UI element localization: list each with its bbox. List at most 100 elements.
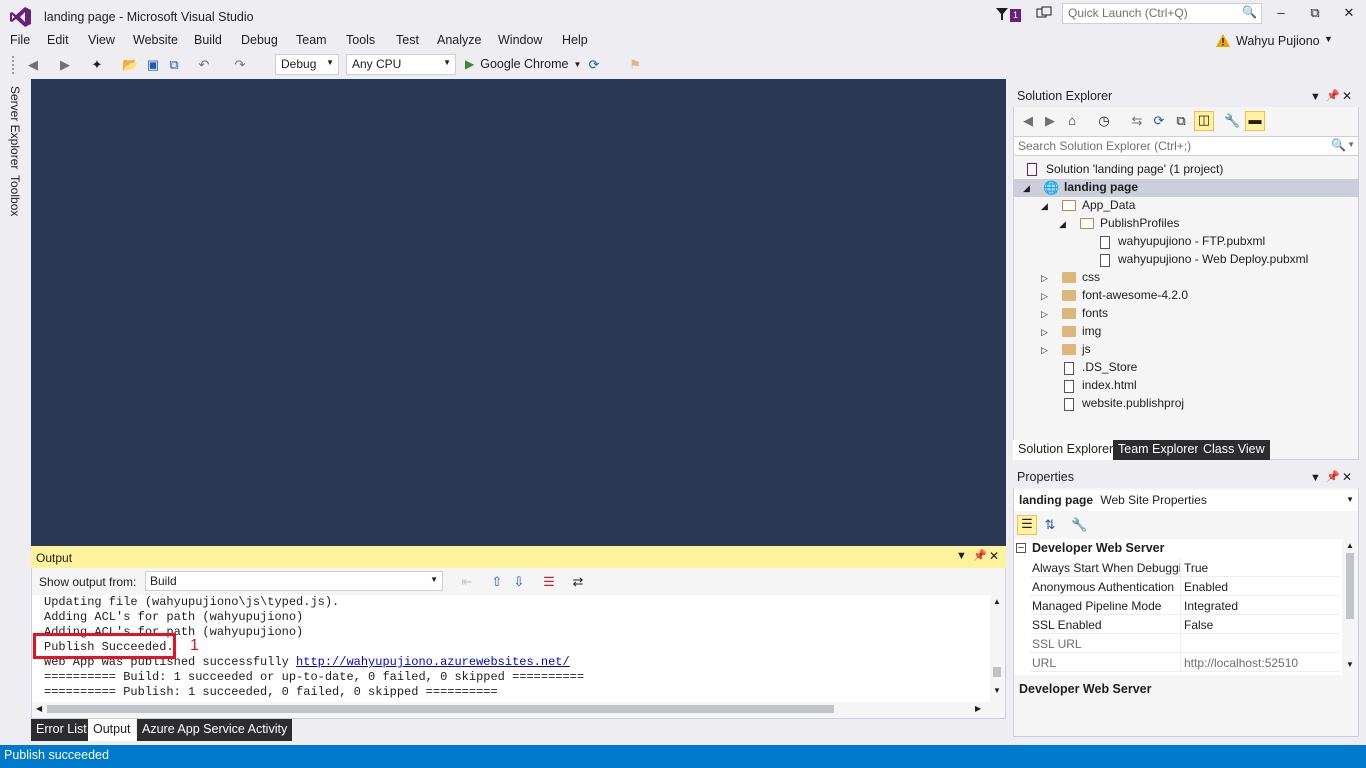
property-row[interactable]: SSL URL (1030, 634, 1340, 653)
tree-publish-profiles[interactable]: PublishProfiles (1100, 216, 1179, 230)
menu-analyze[interactable]: Analyze (437, 33, 481, 47)
toggle-word-wrap-icon[interactable]: ⇄ (570, 574, 586, 590)
back-icon[interactable]: ◀ (1020, 113, 1036, 129)
tab-azure-app-service-activity[interactable]: Azure App Service Activity (137, 719, 293, 741)
forward-icon[interactable]: ▶ (1042, 113, 1058, 129)
pin-icon[interactable]: 📌 (973, 549, 987, 562)
property-value[interactable]: Enabled (1184, 580, 1228, 594)
tree-ds-store[interactable]: .DS_Store (1082, 360, 1137, 374)
output-source-select[interactable]: Build ▼ (145, 571, 443, 591)
property-row[interactable]: Managed Pipeline Mode Integrated (1030, 596, 1340, 615)
collapsed-arrow-icon[interactable]: ▷ (1041, 345, 1048, 356)
tree-img[interactable]: img (1082, 324, 1101, 338)
horizontal-scroll-thumb[interactable] (47, 705, 834, 713)
property-value[interactable]: False (1184, 618, 1213, 632)
property-grid-scrollbar[interactable]: ▲ ▼ (1342, 539, 1358, 675)
menu-window[interactable]: Window (498, 33, 542, 47)
menu-team[interactable]: Team (296, 33, 327, 47)
home-icon[interactable]: ⌂ (1064, 113, 1080, 129)
menu-website[interactable]: Website (133, 33, 178, 47)
refresh-icon[interactable]: ⟳ (1151, 113, 1167, 129)
menu-debug[interactable]: Debug (241, 33, 278, 47)
close-icon[interactable]: ✕ (1342, 470, 1352, 484)
pin-icon[interactable]: 📌 (1326, 89, 1340, 102)
tree-fonts[interactable]: fonts (1082, 306, 1108, 320)
maximize-button[interactable]: ⧉ (1298, 2, 1332, 24)
property-value[interactable]: http://localhost:52510 (1184, 656, 1298, 670)
tree-project-landing-page[interactable]: landing page (1064, 180, 1138, 194)
tree-website-publishproj[interactable]: website.publishproj (1082, 396, 1184, 410)
tab-output[interactable]: Output (88, 719, 136, 741)
tree-solution[interactable]: Solution 'landing page' (1 project) (1046, 162, 1223, 176)
navigate-back-icon[interactable]: ◀ (25, 57, 41, 73)
menu-view[interactable]: View (88, 33, 115, 47)
clear-all-icon[interactable]: ☰ (541, 574, 557, 590)
undo-icon[interactable]: ↶ (196, 57, 212, 73)
tab-error-list[interactable]: Error List (31, 719, 92, 741)
tree-font-awesome[interactable]: font-awesome-4.2.0 (1082, 288, 1188, 302)
find-message-icon[interactable]: ⇤ (459, 574, 475, 590)
close-window-button[interactable]: ✕ (1332, 2, 1366, 24)
show-all-files-icon[interactable]: ◫ (1194, 111, 1214, 131)
redo-icon[interactable]: ↷ (232, 57, 248, 73)
close-icon[interactable]: ✕ (989, 549, 999, 563)
notifications-flag-icon[interactable]: 1 (995, 5, 1027, 25)
save-all-icon[interactable]: ⧉ (166, 57, 182, 73)
tree-index-html[interactable]: index.html (1082, 378, 1137, 392)
minimize-button[interactable]: – (1264, 2, 1298, 24)
scroll-thumb[interactable] (1346, 553, 1354, 619)
preview-selected-icon[interactable]: ▬ (1245, 111, 1265, 131)
navigate-forward-icon[interactable]: ▶ (57, 57, 73, 73)
collapsed-arrow-icon[interactable]: ▷ (1041, 309, 1048, 320)
close-icon[interactable]: ✕ (1342, 89, 1352, 103)
find-in-files-icon[interactable]: ⚑ (627, 57, 643, 73)
start-debugging-button[interactable]: ▶ Google Chrome ▼ (465, 57, 581, 71)
server-explorer-tab[interactable]: Server Explorer (8, 86, 22, 169)
expanded-arrow-icon[interactable]: ◢ (1059, 219, 1066, 230)
toolbar-grip[interactable] (12, 56, 16, 74)
output-vertical-scrollbar[interactable]: ▲ ▼ (990, 595, 1004, 702)
menu-edit[interactable]: Edit (47, 33, 69, 47)
new-project-icon[interactable]: ✦ (89, 57, 105, 73)
property-row[interactable]: SSL Enabled False (1030, 615, 1340, 634)
property-row[interactable]: Anonymous Authentication Enabled (1030, 577, 1340, 596)
categorized-icon[interactable]: ☰ (1017, 515, 1037, 535)
property-value[interactable]: True (1184, 561, 1208, 575)
warning-icon[interactable] (1215, 33, 1231, 49)
solution-search-input[interactable]: Search Solution Explorer (Ctrl+;) 🔍 ▼ (1013, 136, 1359, 156)
panel-menu-icon[interactable]: ▼ (1310, 472, 1321, 484)
collapsed-arrow-icon[interactable]: ▷ (1041, 327, 1048, 338)
scroll-down-icon[interactable]: ▼ (993, 686, 1001, 695)
panel-menu-icon[interactable]: ▼ (1310, 91, 1321, 103)
properties-object-select[interactable]: landing page Web Site Properties ▼ (1014, 490, 1358, 511)
toolbox-tab[interactable]: Toolbox (8, 175, 22, 216)
tree-js[interactable]: js (1082, 342, 1091, 356)
menu-help[interactable]: Help (562, 33, 588, 47)
pin-icon[interactable]: 📌 (1326, 470, 1340, 483)
collapse-all-icon[interactable]: ⧉ (1173, 113, 1189, 129)
scroll-left-icon[interactable]: ◀ (36, 704, 42, 713)
properties-wrench-icon[interactable]: 🔧 (1224, 113, 1240, 129)
website-link[interactable]: http://wahyupujiono.azurewebsites.net/ (296, 655, 570, 669)
tree-css[interactable]: css (1082, 270, 1100, 284)
chevron-down-icon[interactable]: ▼ (1324, 34, 1333, 44)
tab-solution-explorer[interactable]: Solution Explorer (1013, 440, 1119, 460)
menu-build[interactable]: Build (194, 33, 222, 47)
tree-app-data[interactable]: App_Data (1082, 198, 1135, 212)
panel-menu-icon[interactable]: ▼ (956, 550, 967, 562)
property-pages-wrench-icon[interactable]: 🔧 (1071, 517, 1087, 533)
menu-test[interactable]: Test (396, 33, 419, 47)
scroll-right-icon[interactable]: ▶ (975, 704, 981, 713)
feedback-icon[interactable] (1036, 6, 1052, 22)
tab-class-view[interactable]: Class View (1198, 440, 1270, 460)
quick-launch-input[interactable]: Quick Launch (Ctrl+Q) 🔍 (1062, 3, 1262, 24)
user-name[interactable]: Wahyu Pujiono (1236, 34, 1320, 48)
tree-webdeploy-pubxml[interactable]: wahyupujiono - Web Deploy.pubxml (1118, 252, 1308, 266)
tree-ftp-pubxml[interactable]: wahyupujiono - FTP.pubxml (1118, 234, 1265, 248)
save-icon[interactable]: ▣ (145, 57, 161, 73)
open-file-icon[interactable]: 📂 (122, 57, 138, 73)
property-row[interactable]: Always Start When Debuggi True (1030, 558, 1340, 577)
expanded-arrow-icon[interactable]: ◢ (1023, 183, 1030, 194)
property-row[interactable]: URL http://localhost:52510 (1030, 653, 1340, 672)
menu-tools[interactable]: Tools (346, 33, 375, 47)
